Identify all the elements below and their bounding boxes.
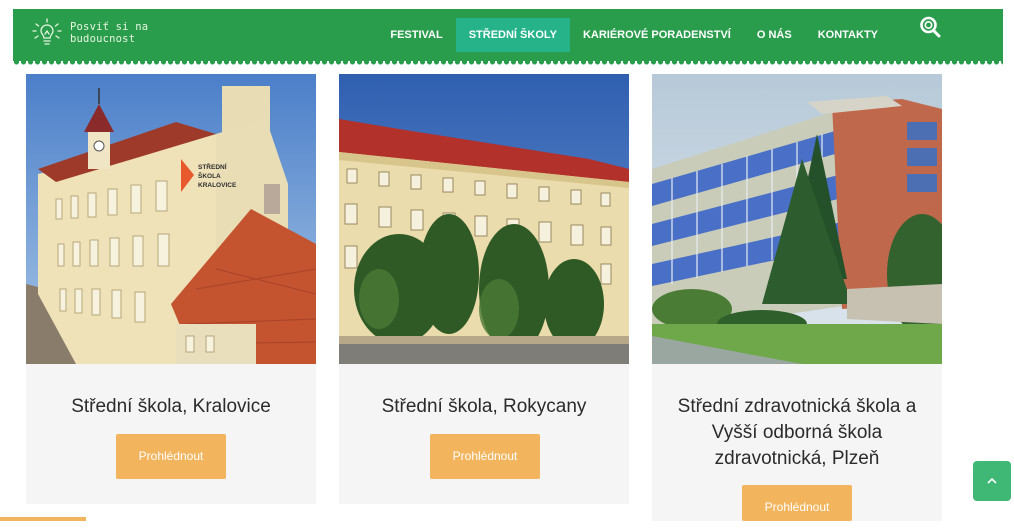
school-name-rokycany: Střední škola, Rokycany: [381, 396, 587, 417]
back-to-top-button[interactable]: [973, 461, 1011, 501]
nav-item-stredni-skoly[interactable]: STŘEDNÍ ŠKOLY: [455, 18, 570, 52]
school-name-kralovice: Střední škola, Kralovice: [71, 396, 271, 417]
brand-line-2: budoucnost: [70, 33, 136, 45]
school-photo-plzen[interactable]: [652, 74, 942, 364]
search-icon[interactable]: [918, 15, 942, 39]
school-name-plzen: Střední zdravotnická škola a Vyšší odbor…: [677, 396, 917, 469]
nav-item-karierove-poradenstvi[interactable]: KARIÉROVÉ PORADENSTVÍ: [570, 18, 744, 52]
navbar-scalloped-edge: [13, 58, 1003, 66]
bottom-accent-bar: [0, 517, 86, 521]
lightbulb-icon: [32, 18, 62, 45]
nav-item-festival[interactable]: FESTIVAL: [377, 18, 455, 52]
view-button-rokycany[interactable]: Prohlédnout: [430, 434, 540, 479]
main-nav: FESTIVAL STŘEDNÍ ŠKOLY KARIÉROVÉ PORADEN…: [377, 18, 891, 52]
school-photo-kralovice[interactable]: STŘEDNÍ ŠKOLA KRALOVICE: [26, 74, 316, 364]
view-button-plzen[interactable]: Prohlédnout: [742, 485, 852, 521]
nav-item-kontakty[interactable]: KONTAKTY: [805, 18, 891, 52]
view-button-kralovice[interactable]: Prohlédnout: [116, 434, 226, 479]
chevron-up-icon: [987, 477, 997, 484]
school-photo-rokycany[interactable]: [339, 74, 629, 364]
top-navbar: Posviť si na budoucnost FESTIVAL STŘEDNÍ…: [13, 9, 1003, 61]
nav-item-o-nas[interactable]: O NÁS: [744, 18, 805, 52]
school-card-rokycany: Střední škola, Rokycany Prohlédnout: [339, 74, 629, 504]
kralovice-sign-line-3: KRALOVICE: [198, 182, 237, 189]
brand-logo[interactable]: Posviť si na budoucnost: [30, 16, 148, 50]
school-card-kralovice: STŘEDNÍ ŠKOLA KRALOVICE Střední škola, K…: [26, 74, 316, 504]
kralovice-sign-line-2: ŠKOLA: [198, 171, 221, 180]
kralovice-sign-line-1: STŘEDNÍ: [198, 162, 227, 171]
brand-text: Posviť si na budoucnost: [70, 21, 148, 45]
brand-line-1: Posviť si na: [70, 21, 149, 33]
school-card-plzen: Střední zdravotnická škola a Vyšší odbor…: [652, 74, 942, 521]
